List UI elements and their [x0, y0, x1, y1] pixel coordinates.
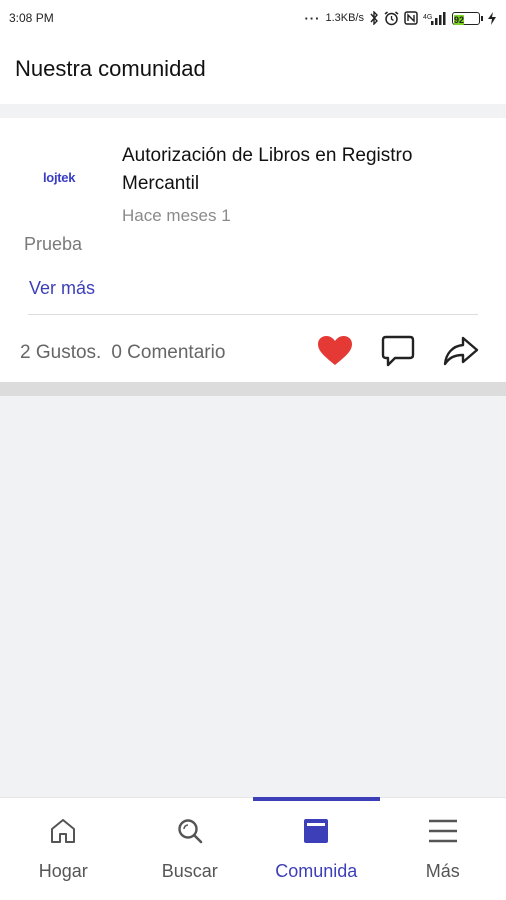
- home-icon: [49, 816, 77, 846]
- post-stats: 2 Gustos. 0 Comentario: [20, 342, 225, 364]
- page-title: Nuestra comunidad: [15, 56, 206, 81]
- nfc-icon: [404, 11, 418, 25]
- share-icon: [443, 336, 479, 366]
- nav-label-home: Hogar: [38, 861, 88, 881]
- post-logo: lojtek: [43, 170, 75, 185]
- likes-count: 2 Gustos.: [20, 342, 102, 363]
- comment-button[interactable]: [379, 332, 417, 370]
- app-header: Nuestra comunidad: [0, 36, 506, 104]
- nav-item-more[interactable]: Más: [380, 798, 506, 900]
- menu-icon: [428, 816, 458, 846]
- heart-icon: [318, 336, 352, 365]
- divider: [28, 314, 478, 315]
- post-author: Prueba: [24, 234, 83, 254]
- search-icon: [176, 816, 204, 846]
- nav-label-search: Buscar: [161, 861, 218, 881]
- post-time: Hace meses 1: [122, 206, 231, 225]
- nav-label-community: Comunida: [275, 861, 358, 881]
- bluetooth-icon: [370, 11, 378, 25]
- post-card[interactable]: lojtek Autorización de Libros en Registr…: [0, 118, 506, 382]
- comments-count: 0 Comentario: [111, 342, 226, 363]
- charging-icon: [488, 11, 496, 25]
- status-icons: ··· 1.3KB/s 4G 92: [304, 11, 496, 26]
- share-button[interactable]: [442, 332, 480, 370]
- comment-icon: [381, 335, 415, 367]
- bottom-nav: Hogar Buscar Comunida Más: [0, 797, 506, 900]
- nav-item-home[interactable]: Hogar: [0, 798, 127, 900]
- network-speed: 1.3KB/s: [325, 12, 364, 24]
- svg-text:4G: 4G: [423, 14, 432, 21]
- nav-item-community[interactable]: Comunida: [253, 797, 380, 900]
- nav-label-more: Más: [425, 861, 460, 881]
- spacer: [0, 104, 506, 118]
- post-title[interactable]: Autorización de Libros en Registro Merca…: [122, 142, 492, 198]
- like-button[interactable]: [316, 332, 354, 370]
- notification-dots-icon: ···: [304, 10, 321, 26]
- alarm-icon: [384, 10, 399, 25]
- card-separator: [0, 382, 506, 396]
- status-time: 3:08 PM: [9, 11, 54, 25]
- battery-icon: 92: [452, 11, 483, 25]
- signal-icon: 4G: [423, 12, 446, 25]
- community-icon: [302, 816, 330, 846]
- logo-text: lojtek: [43, 170, 76, 185]
- status-bar: 3:08 PM ··· 1.3KB/s 4G 92: [0, 0, 506, 36]
- see-more-link[interactable]: Ver más: [29, 278, 95, 299]
- nav-item-search[interactable]: Buscar: [127, 798, 254, 900]
- battery-level: 92: [454, 14, 465, 25]
